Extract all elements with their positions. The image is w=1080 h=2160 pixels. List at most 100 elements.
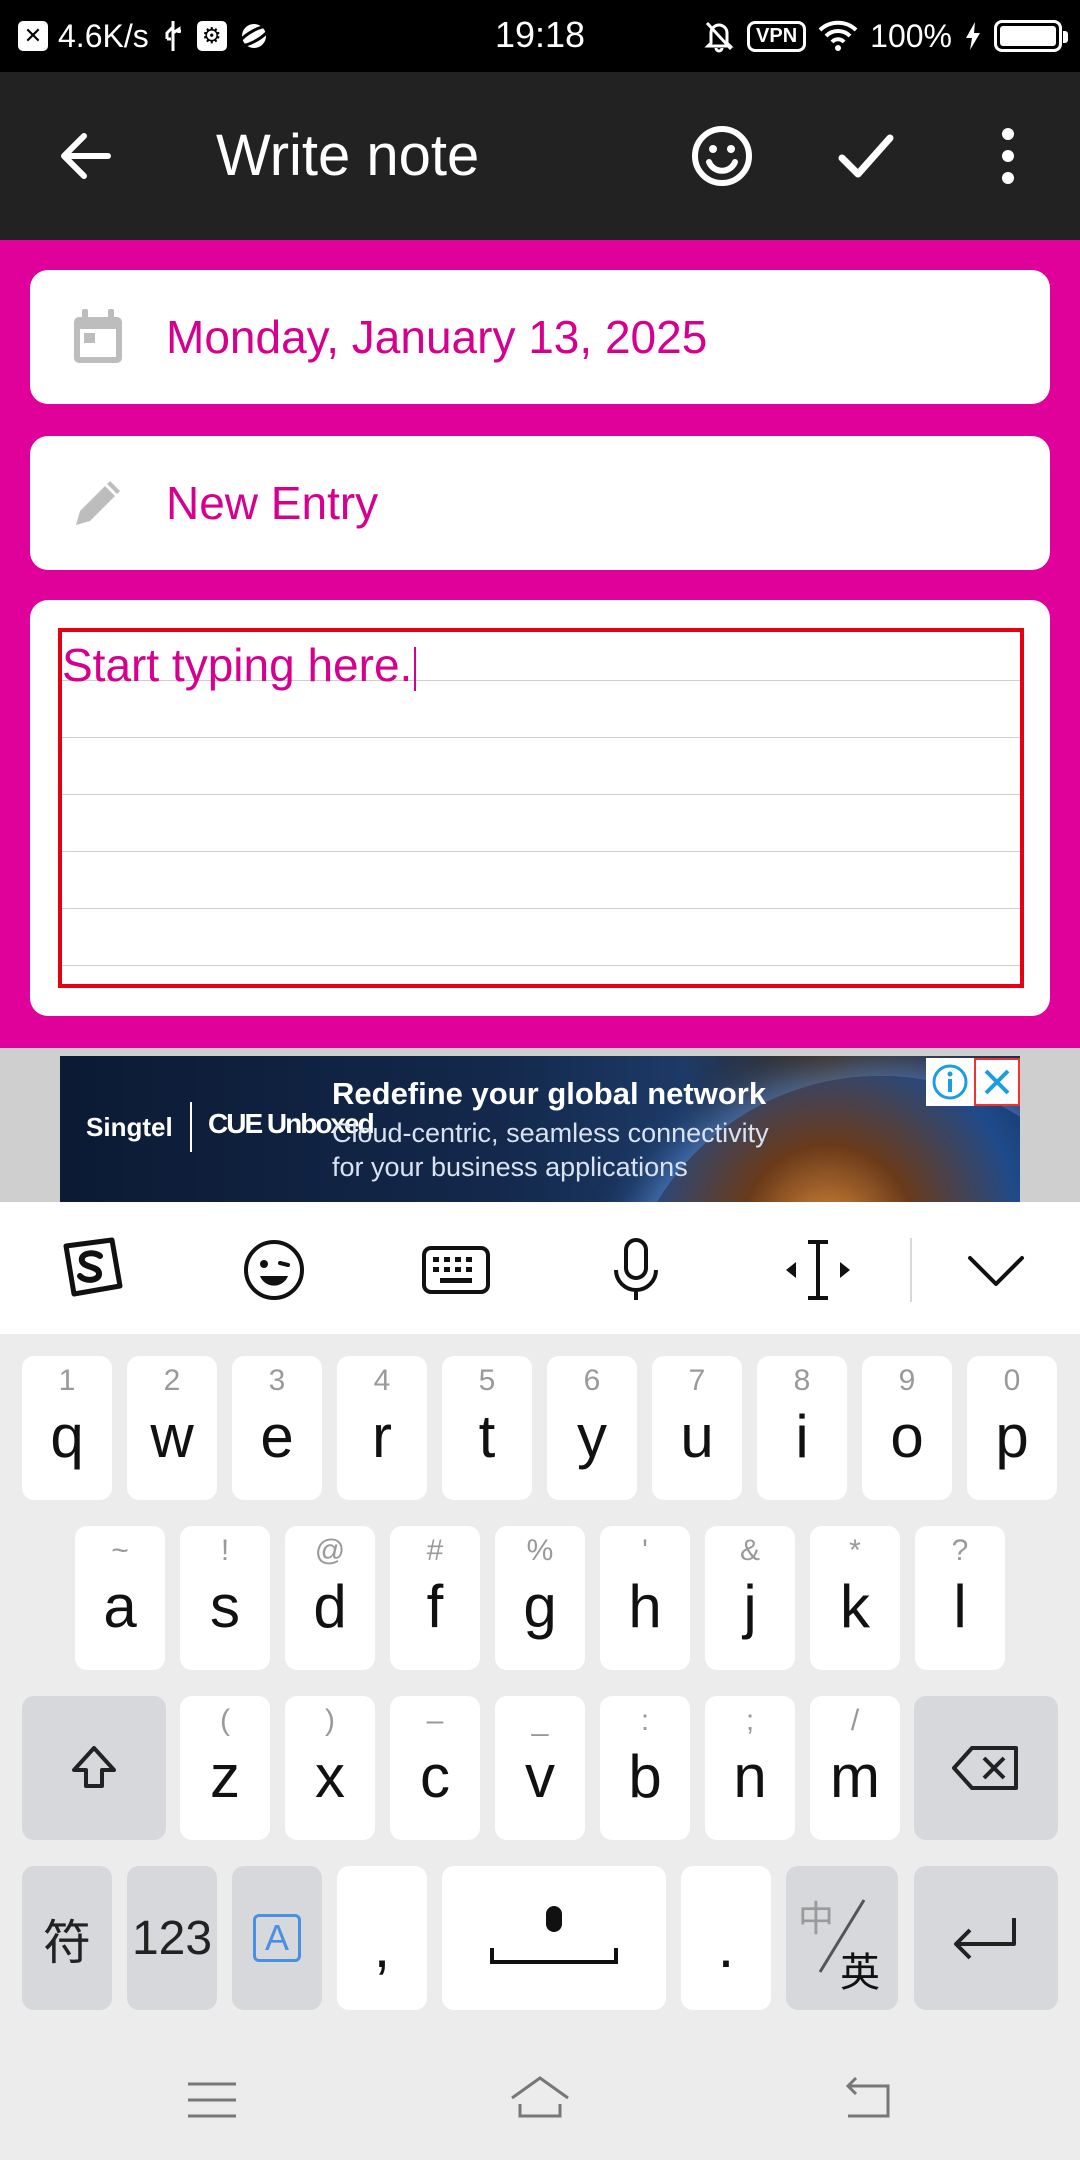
key-z[interactable]: (z bbox=[180, 1696, 270, 1840]
key-secondary: : bbox=[640, 1704, 650, 1737]
key-primary: c bbox=[420, 1743, 450, 1810]
key-primary: f bbox=[426, 1573, 444, 1640]
ad-close-icon[interactable] bbox=[974, 1058, 1020, 1106]
shift-key[interactable] bbox=[22, 1696, 166, 1840]
key-u[interactable]: 7u bbox=[652, 1356, 742, 1500]
system-nav-bar bbox=[0, 2040, 1080, 2160]
menu-icon[interactable] bbox=[180, 2068, 244, 2132]
key-secondary: 9 bbox=[898, 1364, 916, 1397]
key-w[interactable]: 2w bbox=[127, 1356, 217, 1500]
title-field[interactable]: New Entry bbox=[30, 436, 1050, 570]
collapse-icon[interactable] bbox=[958, 1232, 1034, 1308]
key-secondary: 4 bbox=[373, 1364, 391, 1397]
ad-banner[interactable]: Singtel CUE Unboxed Redefine your global… bbox=[60, 1056, 1020, 1202]
key-p[interactable]: 0p bbox=[967, 1356, 1057, 1500]
keyboard-icon[interactable] bbox=[418, 1232, 494, 1308]
key-secondary: 2 bbox=[163, 1364, 181, 1397]
back-arrow-icon[interactable] bbox=[48, 118, 124, 194]
key-t[interactable]: 5t bbox=[442, 1356, 532, 1500]
enter-key[interactable] bbox=[914, 1866, 1058, 2010]
cursor-icon[interactable] bbox=[780, 1232, 856, 1308]
check-icon[interactable] bbox=[830, 120, 902, 192]
key-secondary: 6 bbox=[583, 1364, 601, 1397]
key-primary: b bbox=[628, 1743, 662, 1810]
key-x[interactable]: ) x bbox=[285, 1696, 375, 1840]
ad-area: Singtel CUE Unboxed Redefine your global… bbox=[0, 1048, 1080, 1202]
key-m[interactable]: / m bbox=[810, 1696, 900, 1840]
key-v[interactable]: _ v bbox=[495, 1696, 585, 1840]
key-s[interactable]: ! s bbox=[180, 1526, 270, 1670]
ad-info-icon[interactable] bbox=[926, 1058, 974, 1106]
key-secondary: 3 bbox=[268, 1364, 286, 1397]
key-primary: q bbox=[50, 1403, 84, 1470]
emoji-icon[interactable] bbox=[686, 120, 758, 192]
title-text: New Entry bbox=[166, 477, 379, 529]
key-i[interactable]: 8i bbox=[757, 1356, 847, 1500]
key-primary: w bbox=[150, 1403, 194, 1470]
lang-english: 英 bbox=[840, 1951, 880, 1995]
key-a[interactable]: ~ a bbox=[75, 1526, 165, 1670]
key-secondary: 0 bbox=[1003, 1364, 1021, 1397]
key-primary: , bbox=[373, 1913, 391, 1980]
key-secondary: ' bbox=[642, 1534, 648, 1567]
date-field[interactable]: Monday, January 13, 2025 bbox=[30, 270, 1050, 404]
key-k[interactable]: * k bbox=[810, 1526, 900, 1670]
key-primary: d bbox=[313, 1573, 347, 1640]
key-secondary: ~ bbox=[111, 1534, 129, 1567]
numbers-key[interactable]: 123 bbox=[127, 1866, 217, 2010]
ruled-line bbox=[62, 851, 1020, 852]
key-secondary: ! bbox=[220, 1534, 230, 1567]
note-body-input[interactable]: Start typing here. bbox=[58, 628, 1024, 988]
key-primary: j bbox=[743, 1573, 757, 1640]
app-toolbar: Write note bbox=[0, 72, 1080, 240]
key-y[interactable]: 6y bbox=[547, 1356, 637, 1500]
vpn-badge: VPN bbox=[747, 20, 807, 52]
backspace-icon bbox=[952, 1746, 1018, 1790]
key-secondary: / bbox=[850, 1704, 860, 1737]
key-d[interactable]: @ d bbox=[285, 1526, 375, 1670]
sogou-logo-icon[interactable] bbox=[54, 1232, 130, 1308]
key-primary: . bbox=[717, 1913, 735, 1980]
language-switch-key[interactable]: 中 英 bbox=[786, 1866, 898, 2010]
status-right: VPN 100% bbox=[703, 14, 1068, 58]
keyboard-toolbar bbox=[0, 1202, 1080, 1334]
keyboard: 1q 2w 3e 4r 5t 6y 7u 8i 9o 0p ~ a ! s @ d #… bbox=[0, 1334, 1080, 2040]
key-b[interactable]: :b bbox=[600, 1696, 690, 1840]
key-secondary: – bbox=[426, 1704, 444, 1737]
emoji-icon[interactable] bbox=[236, 1232, 312, 1308]
body-placeholder: Start typing here. bbox=[62, 638, 417, 692]
date-text: Monday, January 13, 2025 bbox=[166, 311, 708, 363]
home-icon[interactable] bbox=[508, 2068, 572, 2132]
comma-key[interactable]: , bbox=[337, 1866, 427, 2010]
key-primary: n bbox=[733, 1743, 767, 1810]
key-f[interactable]: # f bbox=[390, 1526, 480, 1670]
body-card: Start typing here. bbox=[30, 600, 1050, 1016]
space-key[interactable] bbox=[442, 1866, 666, 2010]
key-n[interactable]: ; n bbox=[705, 1696, 795, 1840]
text-caret bbox=[414, 646, 417, 691]
key-q[interactable]: 1q bbox=[22, 1356, 112, 1500]
symbol-key[interactable]: 符 bbox=[22, 1866, 112, 2010]
key-e[interactable]: 3e bbox=[232, 1356, 322, 1500]
key-o[interactable]: 9o bbox=[862, 1356, 952, 1500]
key-h[interactable]: ' h bbox=[600, 1526, 690, 1670]
input-mode-key[interactable]: A bbox=[232, 1866, 322, 2010]
back-icon[interactable] bbox=[836, 2068, 900, 2132]
key-r[interactable]: 4r bbox=[337, 1356, 427, 1500]
mic-icon[interactable] bbox=[598, 1232, 674, 1308]
more-icon[interactable] bbox=[980, 120, 1036, 192]
key-g[interactable]: % g bbox=[495, 1526, 585, 1670]
key-l[interactable]: ? l bbox=[915, 1526, 1005, 1670]
key-j[interactable]: & j bbox=[705, 1526, 795, 1670]
key-c[interactable]: – c bbox=[390, 1696, 480, 1840]
key-secondary: ) bbox=[325, 1704, 335, 1737]
backspace-key[interactable] bbox=[914, 1696, 1058, 1840]
period-key[interactable]: . bbox=[681, 1866, 771, 2010]
ruled-line bbox=[62, 965, 1020, 966]
key-secondary: ( bbox=[220, 1704, 230, 1737]
key-secondary: 1 bbox=[58, 1364, 76, 1397]
status-bar: ✕ 4.6K/s ⚙ 19:18 VPN 100% bbox=[0, 0, 1080, 72]
battery-icon bbox=[994, 20, 1068, 52]
toolbar-divider bbox=[910, 1238, 912, 1302]
key-primary: m bbox=[830, 1743, 880, 1810]
